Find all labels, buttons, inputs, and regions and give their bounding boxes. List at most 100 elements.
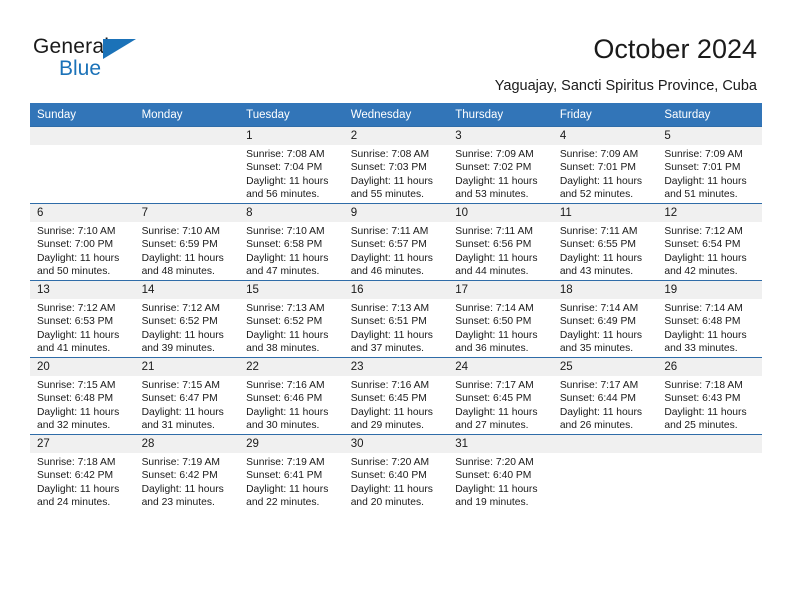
day-number bbox=[657, 435, 762, 453]
sunrise-text: Sunrise: 7:10 AM bbox=[246, 226, 325, 237]
logo-triangle-icon bbox=[103, 39, 136, 59]
calendar-day-cell[interactable]: 27 Sunrise: 7:18 AM Sunset: 6:42 PM Dayligh… bbox=[30, 434, 135, 511]
day-details: Sunrise: 7:09 AM Sunset: 7:01 PM Daylight:… bbox=[553, 145, 658, 202]
calendar-day-cell[interactable]: 7 Sunrise: 7:10 AM Sunset: 6:59 PM Daylight… bbox=[134, 203, 240, 281]
page-header: General Blue October 2024 Yaguajay, Sanc… bbox=[0, 0, 792, 103]
day-number: 17 bbox=[448, 281, 553, 299]
calendar-week-row: 27 Sunrise: 7:18 AM Sunset: 6:42 PM Dayligh… bbox=[30, 434, 762, 511]
daylight-text: Daylight: 11 hours and 36 minutes. bbox=[455, 329, 538, 355]
calendar-day-cell[interactable]: 16 Sunrise: 7:13 AM Sunset: 6:51 PM Dayligh… bbox=[343, 280, 449, 358]
sunrise-text: Sunrise: 7:15 AM bbox=[141, 380, 220, 391]
sunrise-text: Sunrise: 7:08 AM bbox=[246, 149, 325, 160]
daylight-text: Daylight: 11 hours and 35 minutes. bbox=[559, 329, 643, 355]
calendar-day-cell[interactable]: 6 Sunrise: 7:10 AM Sunset: 7:00 PM Daylight… bbox=[30, 203, 135, 281]
calendar-day-cell[interactable]: 26 Sunrise: 7:18 AM Sunset: 6:43 PM Dayligh… bbox=[657, 357, 762, 435]
day-number: 6 bbox=[30, 204, 135, 222]
calendar-day-cell[interactable]: 11 Sunrise: 7:11 AM Sunset: 6:55 PM Dayligh… bbox=[552, 203, 658, 281]
day-number: 18 bbox=[552, 281, 658, 299]
weekday-header-friday: Friday bbox=[552, 103, 658, 127]
daylight-text: Daylight: 11 hours and 33 minutes. bbox=[664, 329, 747, 355]
day-number: 20 bbox=[30, 358, 135, 376]
calendar-day-cell[interactable]: 31 Sunrise: 7:20 AM Sunset: 6:40 PM Dayligh… bbox=[448, 434, 553, 511]
daylight-text: Daylight: 11 hours and 55 minutes. bbox=[350, 175, 433, 201]
daylight-text: Daylight: 11 hours and 46 minutes. bbox=[350, 252, 433, 278]
daylight-text: Daylight: 11 hours and 56 minutes. bbox=[246, 175, 329, 201]
calendar-day-cell[interactable]: 10 Sunrise: 7:11 AM Sunset: 6:56 PM Dayligh… bbox=[448, 203, 553, 281]
calendar-day-cell[interactable]: 29 Sunrise: 7:19 AM Sunset: 6:41 PM Dayligh… bbox=[239, 434, 344, 511]
day-details: Sunrise: 7:11 AM Sunset: 6:56 PM Daylight:… bbox=[448, 222, 553, 279]
calendar-day-cell[interactable]: 12 Sunrise: 7:12 AM Sunset: 6:54 PM Dayligh… bbox=[657, 203, 762, 281]
calendar-week-row: 1 Sunrise: 7:08 AM Sunset: 7:04 PM Daylight… bbox=[30, 126, 762, 204]
day-number: 8 bbox=[239, 204, 344, 222]
sunset-text: Sunset: 6:43 PM bbox=[664, 393, 741, 405]
sunrise-text: Sunrise: 7:17 AM bbox=[559, 380, 639, 391]
calendar-day-cell[interactable]: 25 Sunrise: 7:17 AM Sunset: 6:44 PM Dayligh… bbox=[552, 357, 658, 435]
calendar-day-cell[interactable]: 9 Sunrise: 7:11 AM Sunset: 6:57 PM Daylight… bbox=[343, 203, 449, 281]
day-number bbox=[30, 127, 135, 145]
calendar-day-cell[interactable]: 28 Sunrise: 7:19 AM Sunset: 6:42 PM Dayligh… bbox=[134, 434, 240, 511]
day-number: 21 bbox=[134, 358, 240, 376]
calendar-day-cell[interactable]: 21 Sunrise: 7:15 AM Sunset: 6:47 PM Dayligh… bbox=[134, 357, 240, 435]
day-number: 2 bbox=[343, 127, 449, 145]
calendar-grid: Sunday Monday Tuesday Wednesday Thursday… bbox=[30, 103, 762, 511]
sunrise-text: Sunrise: 7:08 AM bbox=[350, 149, 430, 160]
sunrise-text: Sunrise: 7:11 AM bbox=[455, 226, 533, 237]
calendar-day-cell[interactable]: 1 Sunrise: 7:08 AM Sunset: 7:04 PM Daylight… bbox=[239, 126, 344, 204]
daylight-text: Daylight: 11 hours and 27 minutes. bbox=[455, 406, 538, 432]
day-number: 12 bbox=[657, 204, 762, 222]
sunrise-text: Sunrise: 7:19 AM bbox=[246, 457, 325, 468]
daylight-text: Daylight: 11 hours and 42 minutes. bbox=[664, 252, 747, 278]
sunrise-text: Sunrise: 7:19 AM bbox=[141, 457, 220, 468]
daylight-text: Daylight: 11 hours and 53 minutes. bbox=[455, 175, 538, 201]
calendar-day-cell[interactable]: 8 Sunrise: 7:10 AM Sunset: 6:58 PM Daylight… bbox=[239, 203, 344, 281]
day-details: Sunrise: 7:13 AM Sunset: 6:51 PM Daylight:… bbox=[344, 299, 449, 356]
day-number: 5 bbox=[657, 127, 762, 145]
day-number: 1 bbox=[239, 127, 344, 145]
daylight-text: Daylight: 11 hours and 44 minutes. bbox=[455, 252, 538, 278]
sunset-text: Sunset: 6:42 PM bbox=[37, 470, 114, 482]
day-number: 16 bbox=[343, 281, 449, 299]
sunset-text: Sunset: 6:58 PM bbox=[246, 239, 323, 251]
sunset-text: Sunset: 6:56 PM bbox=[455, 239, 532, 251]
sunset-text: Sunset: 7:01 PM bbox=[559, 162, 636, 174]
calendar-day-cell[interactable]: 24 Sunrise: 7:17 AM Sunset: 6:45 PM Dayligh… bbox=[448, 357, 553, 435]
calendar-day-cell[interactable]: 2 Sunrise: 7:08 AM Sunset: 7:03 PM Daylight… bbox=[343, 126, 449, 204]
sunrise-text: Sunrise: 7:14 AM bbox=[664, 303, 743, 314]
day-details: Sunrise: 7:17 AM Sunset: 6:45 PM Daylight:… bbox=[448, 376, 553, 433]
day-number: 3 bbox=[448, 127, 553, 145]
calendar-day-cell[interactable]: 5 Sunrise: 7:09 AM Sunset: 7:01 PM Daylight… bbox=[657, 126, 762, 204]
day-details: Sunrise: 7:09 AM Sunset: 7:01 PM Daylight:… bbox=[657, 145, 762, 202]
calendar-week-row: 13 Sunrise: 7:12 AM Sunset: 6:53 PM Dayligh… bbox=[30, 280, 762, 358]
day-number: 31 bbox=[448, 435, 553, 453]
calendar-day-cell[interactable]: 14 Sunrise: 7:12 AM Sunset: 6:52 PM Dayligh… bbox=[134, 280, 240, 358]
day-details: Sunrise: 7:14 AM Sunset: 6:50 PM Daylight:… bbox=[448, 299, 553, 356]
calendar-day-cell[interactable]: 23 Sunrise: 7:16 AM Sunset: 6:45 PM Dayligh… bbox=[343, 357, 449, 435]
sunrise-text: Sunrise: 7:20 AM bbox=[350, 457, 430, 468]
calendar-day-cell[interactable]: 22 Sunrise: 7:16 AM Sunset: 6:46 PM Dayligh… bbox=[239, 357, 344, 435]
sunrise-text: Sunrise: 7:09 AM bbox=[664, 149, 743, 160]
calendar-day-cell[interactable]: 20 Sunrise: 7:15 AM Sunset: 6:48 PM Dayligh… bbox=[30, 357, 135, 435]
calendar-day-cell[interactable]: 4 Sunrise: 7:09 AM Sunset: 7:01 PM Daylight… bbox=[552, 126, 658, 204]
sunrise-text: Sunrise: 7:15 AM bbox=[37, 380, 116, 391]
day-number: 11 bbox=[552, 204, 658, 222]
daylight-text: Daylight: 11 hours and 29 minutes. bbox=[350, 406, 433, 432]
calendar-day-cell[interactable]: 15 Sunrise: 7:13 AM Sunset: 6:52 PM Dayligh… bbox=[239, 280, 344, 358]
daylight-text: Daylight: 11 hours and 26 minutes. bbox=[559, 406, 643, 432]
calendar-day-cell[interactable]: 3 Sunrise: 7:09 AM Sunset: 7:02 PM Daylight… bbox=[448, 126, 553, 204]
calendar-day-cell[interactable]: 18 Sunrise: 7:14 AM Sunset: 6:49 PM Dayligh… bbox=[552, 280, 658, 358]
calendar-day-cell[interactable]: 17 Sunrise: 7:14 AM Sunset: 6:50 PM Dayligh… bbox=[448, 280, 553, 358]
sunrise-text: Sunrise: 7:16 AM bbox=[246, 380, 325, 391]
day-number: 15 bbox=[239, 281, 344, 299]
day-details: Sunrise: 7:10 AM Sunset: 6:58 PM Daylight:… bbox=[239, 222, 344, 279]
calendar-day-cell[interactable]: 13 Sunrise: 7:12 AM Sunset: 6:53 PM Dayligh… bbox=[30, 280, 135, 358]
day-details: Sunrise: 7:12 AM Sunset: 6:54 PM Daylight:… bbox=[657, 222, 762, 279]
calendar-day-cell[interactable]: 30 Sunrise: 7:20 AM Sunset: 6:40 PM Dayligh… bbox=[343, 434, 449, 511]
general-blue-logo: General Blue bbox=[33, 36, 143, 82]
day-details: Sunrise: 7:16 AM Sunset: 6:45 PM Daylight:… bbox=[344, 376, 449, 433]
day-number: 28 bbox=[134, 435, 240, 453]
sunrise-text: Sunrise: 7:16 AM bbox=[350, 380, 430, 391]
day-number: 19 bbox=[657, 281, 762, 299]
weekday-header-wednesday: Wednesday bbox=[343, 103, 449, 127]
daylight-text: Daylight: 11 hours and 23 minutes. bbox=[141, 483, 224, 509]
calendar-day-cell[interactable]: 19 Sunrise: 7:14 AM Sunset: 6:48 PM Dayligh… bbox=[657, 280, 762, 358]
